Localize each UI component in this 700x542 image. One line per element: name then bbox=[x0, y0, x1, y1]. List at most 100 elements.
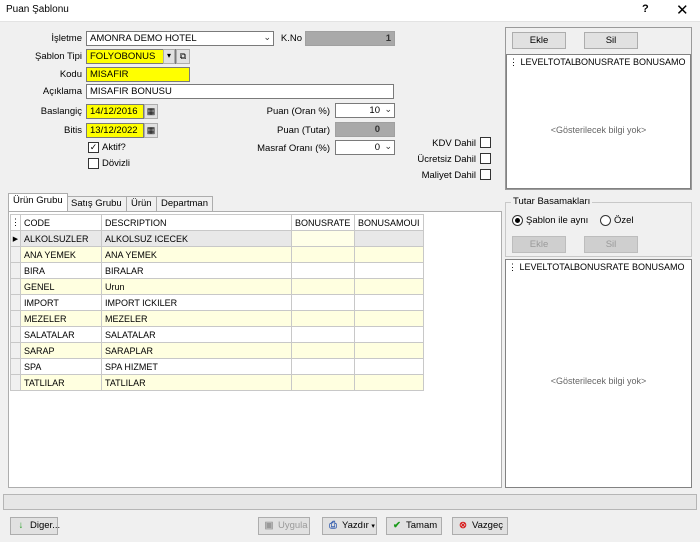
bonusrate-cell[interactable] bbox=[291, 342, 355, 359]
row-indicator[interactable] bbox=[10, 326, 21, 343]
calendar-icon[interactable]: ▦ bbox=[144, 104, 158, 119]
maliyet-dahil-checkbox[interactable] bbox=[480, 169, 491, 180]
bonusamount-cell[interactable] bbox=[354, 326, 424, 343]
tab-urun[interactable]: Ürün bbox=[126, 196, 157, 211]
add-button[interactable]: Ekle bbox=[512, 32, 566, 49]
code-cell[interactable]: SALATALAR bbox=[20, 326, 102, 343]
code-cell[interactable]: GENEL bbox=[20, 278, 102, 295]
row-indicator[interactable] bbox=[10, 358, 21, 375]
bonusamount-cell[interactable] bbox=[354, 310, 424, 327]
lookup-icon[interactable]: ⧉ bbox=[176, 49, 190, 64]
sablon-dropdown-button[interactable]: ▾ bbox=[163, 49, 175, 64]
calendar-icon[interactable]: ▦ bbox=[144, 123, 158, 138]
uygula-button[interactable]: ▣ Uygula bbox=[258, 517, 310, 535]
description-cell[interactable]: MEZELER bbox=[101, 310, 292, 327]
table-row[interactable]: BIRA BIRALAR bbox=[10, 262, 424, 279]
bonusrate-cell[interactable] bbox=[291, 278, 355, 295]
ucretsiz-dahil-checkbox[interactable] bbox=[480, 153, 491, 164]
bonusrate-cell[interactable] bbox=[291, 246, 355, 263]
column-header[interactable]: BONUSAMOUI bbox=[354, 214, 424, 231]
table-row[interactable]: SALATALAR SALATALAR bbox=[10, 326, 424, 343]
bonusamount-cell[interactable] bbox=[354, 246, 424, 263]
description-cell[interactable]: IMPORT ICKILER bbox=[101, 294, 292, 311]
code-cell[interactable]: ANA YEMEK bbox=[20, 246, 102, 263]
code-cell[interactable]: IMPORT bbox=[20, 294, 102, 311]
sablon-ile-ayni-radio[interactable] bbox=[512, 215, 523, 226]
vazgec-button[interactable]: ⊗ Vazgeç bbox=[452, 517, 508, 535]
code-cell[interactable]: ALKOLSUZLER bbox=[20, 230, 102, 247]
description-cell[interactable]: SALATALAR bbox=[101, 326, 292, 343]
table-row[interactable]: GENEL Urun bbox=[10, 278, 424, 295]
column-header[interactable]: BONUSRATE bbox=[291, 214, 355, 231]
tab-urun-grubu[interactable]: Ürün Grubu bbox=[8, 193, 68, 211]
table-row[interactable]: ▶ ALKOLSUZLER ALKOLSUZ ICECEK bbox=[10, 230, 424, 247]
table-row[interactable]: MEZELER MEZELER bbox=[10, 310, 424, 327]
column-header[interactable]: DESCRIPTION bbox=[101, 214, 292, 231]
code-cell[interactable]: MEZELER bbox=[20, 310, 102, 327]
bonusrate-cell[interactable] bbox=[291, 326, 355, 343]
isletme-select[interactable]: AMONRA DEMO HOTEL ⌄ bbox=[86, 31, 274, 46]
code-cell[interactable]: SARAP bbox=[20, 342, 102, 359]
close-icon[interactable]: ✕ bbox=[676, 1, 689, 19]
bonusrate-cell[interactable] bbox=[291, 358, 355, 375]
bonusrate-cell[interactable] bbox=[291, 262, 355, 279]
bonusamount-cell[interactable] bbox=[354, 342, 424, 359]
bonusamount-cell[interactable] bbox=[354, 358, 424, 375]
baslangic-field[interactable]: 14/12/2016 bbox=[86, 104, 144, 119]
tutar-levels-list[interactable]: ⋮ LEVELTOTAL BONUSRATE BONUSAMO <Gösteri… bbox=[505, 259, 692, 488]
bonusrate-cell[interactable] bbox=[291, 230, 355, 247]
row-indicator[interactable] bbox=[10, 374, 21, 391]
masraf-orani-field[interactable]: 0 ⌄ bbox=[335, 140, 395, 155]
tab-departman[interactable]: Departman bbox=[156, 196, 213, 211]
description-cell[interactable]: TATLILAR bbox=[101, 374, 292, 391]
code-cell[interactable]: TATLILAR bbox=[20, 374, 102, 391]
column-header[interactable]: CODE bbox=[20, 214, 102, 231]
kodu-field[interactable]: MISAFIR bbox=[86, 67, 190, 82]
bonusamount-cell[interactable] bbox=[354, 230, 424, 247]
table-row[interactable]: SARAP SARAPLAR bbox=[10, 342, 424, 359]
row-indicator[interactable] bbox=[10, 278, 21, 295]
bonusamount-cell[interactable] bbox=[354, 294, 424, 311]
row-indicator[interactable]: ▶ bbox=[10, 230, 21, 247]
code-cell[interactable]: BIRA bbox=[20, 262, 102, 279]
aciklama-field[interactable]: MISAFIR BONUSU bbox=[86, 84, 394, 99]
table-row[interactable]: SPA SPA HIZMET bbox=[10, 358, 424, 375]
tamam-button[interactable]: ✔ Tamam bbox=[386, 517, 442, 535]
bonusamount-cell[interactable] bbox=[354, 262, 424, 279]
delete-button[interactable]: Sil bbox=[584, 32, 638, 49]
row-indicator[interactable] bbox=[10, 262, 21, 279]
bonus-levels-list[interactable]: ⋮ LEVELTOTAL BONUSRATE BONUSAMO <Gösteri… bbox=[506, 54, 691, 189]
description-cell[interactable]: Urun bbox=[101, 278, 292, 295]
dovizli-checkbox[interactable] bbox=[88, 158, 99, 169]
delete-button[interactable]: Sil bbox=[584, 236, 638, 253]
aktif-checkbox[interactable]: ✓ bbox=[88, 142, 99, 153]
description-cell[interactable]: SPA HIZMET bbox=[101, 358, 292, 375]
help-icon[interactable]: ? bbox=[642, 3, 649, 15]
kdv-dahil-checkbox[interactable] bbox=[480, 137, 491, 148]
row-indicator[interactable] bbox=[10, 294, 21, 311]
bonusrate-cell[interactable] bbox=[291, 374, 355, 391]
description-cell[interactable]: SARAPLAR bbox=[101, 342, 292, 359]
table-row[interactable]: TATLILAR TATLILAR bbox=[10, 374, 424, 391]
row-indicator[interactable] bbox=[10, 246, 21, 263]
code-cell[interactable]: SPA bbox=[20, 358, 102, 375]
add-button[interactable]: Ekle bbox=[512, 236, 566, 253]
diger-button[interactable]: ↓ Diger... bbox=[10, 517, 60, 535]
bonusrate-cell[interactable] bbox=[291, 310, 355, 327]
row-indicator[interactable] bbox=[10, 342, 21, 359]
description-cell[interactable]: BIRALAR bbox=[101, 262, 292, 279]
bonusrate-cell[interactable] bbox=[291, 294, 355, 311]
bonusamount-cell[interactable] bbox=[354, 374, 424, 391]
yazdir-button[interactable]: ⎙ Yazdır ▾ bbox=[322, 517, 377, 535]
ozel-radio[interactable] bbox=[600, 215, 611, 226]
product-group-grid[interactable]: ⋮ CODE DESCRIPTION BONUSRATE BONUSAMOUI … bbox=[10, 214, 424, 391]
description-cell[interactable]: ANA YEMEK bbox=[101, 246, 292, 263]
row-indicator[interactable] bbox=[10, 310, 21, 327]
description-cell[interactable]: ALKOLSUZ ICECEK bbox=[101, 230, 292, 247]
bonusamount-cell[interactable] bbox=[354, 278, 424, 295]
bitis-field[interactable]: 13/12/2022 bbox=[86, 123, 144, 138]
table-row[interactable]: IMPORT IMPORT ICKILER bbox=[10, 294, 424, 311]
puan-oran-field[interactable]: 10 ⌄ bbox=[335, 103, 395, 118]
table-row[interactable]: ANA YEMEK ANA YEMEK bbox=[10, 246, 424, 263]
tab-satis-grubu[interactable]: Satış Grubu bbox=[66, 196, 127, 211]
